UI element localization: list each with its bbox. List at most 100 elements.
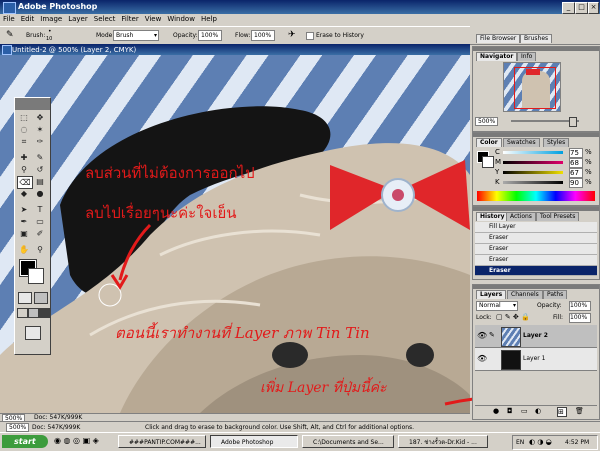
slice-tool-icon[interactable]: ✑	[33, 136, 47, 147]
menu-filter[interactable]: Filter	[118, 14, 141, 24]
taskbar-photoshop[interactable]: Adobe Photoshop	[210, 435, 298, 448]
channel-k-slider[interactable]	[503, 181, 563, 184]
zoom-tool-icon[interactable]: ⚲	[33, 244, 47, 255]
notes-tool-icon[interactable]: ▣	[17, 228, 31, 239]
tab-layers[interactable]: Layers	[476, 290, 507, 299]
tab-brushes[interactable]: Brushes	[520, 34, 553, 43]
channel-m-slider[interactable]	[503, 161, 563, 164]
tray-icons[interactable]: ◐ ◑ ◒	[529, 436, 552, 449]
tab-history[interactable]: History	[476, 212, 509, 221]
tab-actions[interactable]: Actions	[506, 212, 536, 221]
menu-view[interactable]: View	[142, 14, 165, 24]
airbrush-icon[interactable]: ✈	[288, 30, 296, 40]
menu-window[interactable]: Window	[164, 14, 198, 24]
layer-row-layer1[interactable]: 👁 Layer 1	[475, 348, 597, 371]
new-layer-button[interactable]: ⊞	[557, 407, 567, 417]
menu-select[interactable]: Select	[91, 14, 119, 24]
menu-layer[interactable]: Layer	[65, 14, 91, 24]
magic-wand-tool-icon[interactable]: ✶	[33, 124, 47, 135]
screen-mode-full-menu-icon[interactable]	[28, 308, 39, 318]
tab-swatches[interactable]: Swatches	[503, 138, 540, 147]
move-tool-icon[interactable]: ✥	[33, 112, 47, 123]
layer-opacity-input[interactable]: 100%	[569, 301, 591, 311]
jump-to-imageready-icon[interactable]	[25, 326, 41, 340]
flow-input[interactable]: 100%	[251, 30, 275, 41]
start-button[interactable]: start	[2, 435, 48, 448]
taskbar-explorer[interactable]: C:\Documents and Se...	[302, 435, 394, 448]
pen-tool-icon[interactable]: ✒	[17, 216, 31, 227]
layer-row-layer2[interactable]: 👁 ✎ Layer 2	[475, 325, 597, 348]
color-bg-swatch[interactable]	[482, 156, 494, 168]
adjustment-layer-icon[interactable]: ◐	[535, 406, 541, 417]
brush-tool-icon[interactable]: ✎	[33, 152, 47, 163]
opacity-input[interactable]: 100%	[198, 30, 222, 41]
erase-history-checkbox[interactable]	[306, 32, 314, 40]
maximize-button[interactable]: □	[575, 2, 588, 14]
background-color-swatch[interactable]	[28, 268, 44, 284]
menu-help[interactable]: Help	[198, 14, 220, 24]
standard-mode-icon[interactable]	[18, 292, 32, 304]
screen-mode-full-icon[interactable]	[39, 308, 50, 318]
gradient-tool-icon[interactable]: ▤	[33, 176, 47, 187]
brush-link-icon[interactable]: ✎	[489, 331, 495, 339]
layer-mask-icon[interactable]: ◘	[507, 406, 513, 417]
close-button[interactable]: ×	[588, 2, 599, 14]
channel-y-slider[interactable]	[503, 171, 563, 174]
layer-style-icon[interactable]: ●	[493, 406, 499, 417]
mode-select[interactable]: Brush	[113, 30, 159, 41]
navigator-slider-handle[interactable]	[569, 117, 577, 127]
color-spectrum-bar[interactable]	[477, 191, 595, 201]
history-item[interactable]: Fill Layer	[475, 222, 597, 233]
tab-channels[interactable]: Channels	[507, 290, 543, 299]
tab-file-browser[interactable]: File Browser	[476, 34, 521, 43]
history-item[interactable]: Eraser	[475, 244, 597, 255]
history-item[interactable]: Eraser	[475, 255, 597, 266]
eye-icon[interactable]: 👁	[477, 354, 487, 363]
shape-tool-icon[interactable]: ▭	[33, 216, 47, 227]
language-indicator[interactable]: EN	[516, 436, 524, 449]
fill-input[interactable]: 100%	[569, 313, 591, 323]
channel-c-slider[interactable]	[503, 151, 563, 154]
image-canvas[interactable]: ลบส่วนที่ไม่ต้องการออกไป ลบไปเรื่อยๆนะค่…	[0, 55, 470, 413]
lasso-tool-icon[interactable]: ◌	[17, 124, 31, 135]
menu-file[interactable]: File	[0, 14, 18, 24]
navigator-thumbnail[interactable]	[503, 62, 561, 112]
clone-stamp-tool-icon[interactable]: ⚲	[17, 164, 31, 175]
tab-navigator[interactable]: Navigator	[476, 52, 518, 61]
hand-tool-icon[interactable]: ✋	[17, 244, 31, 255]
tab-color[interactable]: Color	[476, 138, 502, 147]
minimize-button[interactable]: _	[562, 2, 575, 14]
channel-k-value[interactable]: 90	[569, 178, 583, 188]
channel-c-value[interactable]: 75	[569, 148, 583, 158]
screen-mode-standard-icon[interactable]	[17, 308, 28, 318]
crop-tool-icon[interactable]: ⌗	[17, 136, 31, 147]
tab-styles[interactable]: Styles	[543, 138, 570, 147]
tab-info[interactable]: Info	[517, 52, 537, 61]
path-selection-tool-icon[interactable]: ➤	[17, 204, 31, 215]
taskbar-pantip[interactable]: ###PANTIP.COM###...	[118, 435, 206, 448]
brush-dot-icon[interactable]: •	[48, 28, 52, 35]
menu-image[interactable]: Image	[37, 14, 65, 24]
history-item[interactable]: Eraser	[475, 233, 597, 244]
history-brush-tool-icon[interactable]: ↺	[33, 164, 47, 175]
eraser-preset-icon[interactable]: ✎	[6, 30, 14, 40]
menu-edit[interactable]: Edit	[18, 14, 38, 24]
status-zoom[interactable]: 500%	[6, 423, 30, 432]
eye-icon[interactable]: 👁	[477, 331, 487, 340]
quick-mask-icon[interactable]	[34, 292, 48, 304]
channel-y-value[interactable]: 67	[569, 168, 583, 178]
type-tool-icon[interactable]: T	[33, 204, 47, 215]
healing-brush-tool-icon[interactable]: ✚	[17, 152, 31, 163]
history-item-active[interactable]: Eraser	[475, 266, 597, 276]
blend-mode-select[interactable]: Normal	[476, 301, 518, 311]
eyedropper-tool-icon[interactable]: ✐	[33, 228, 47, 239]
layer-name[interactable]: Layer 2	[523, 332, 548, 339]
quick-launch-icons[interactable]: ◉ ◍ ◎ ▣ ◈	[54, 436, 99, 445]
tab-tool-presets[interactable]: Tool Presets	[536, 212, 580, 221]
layer-set-icon[interactable]: ▭	[521, 406, 528, 417]
tab-paths[interactable]: Paths	[543, 290, 568, 299]
channel-m-value[interactable]: 68	[569, 158, 583, 168]
dodge-tool-icon[interactable]: ●	[33, 188, 47, 199]
blur-tool-icon[interactable]: ◆	[17, 188, 31, 199]
lock-icons[interactable]: ▢ ✎ ✥ 🔒	[496, 313, 530, 321]
